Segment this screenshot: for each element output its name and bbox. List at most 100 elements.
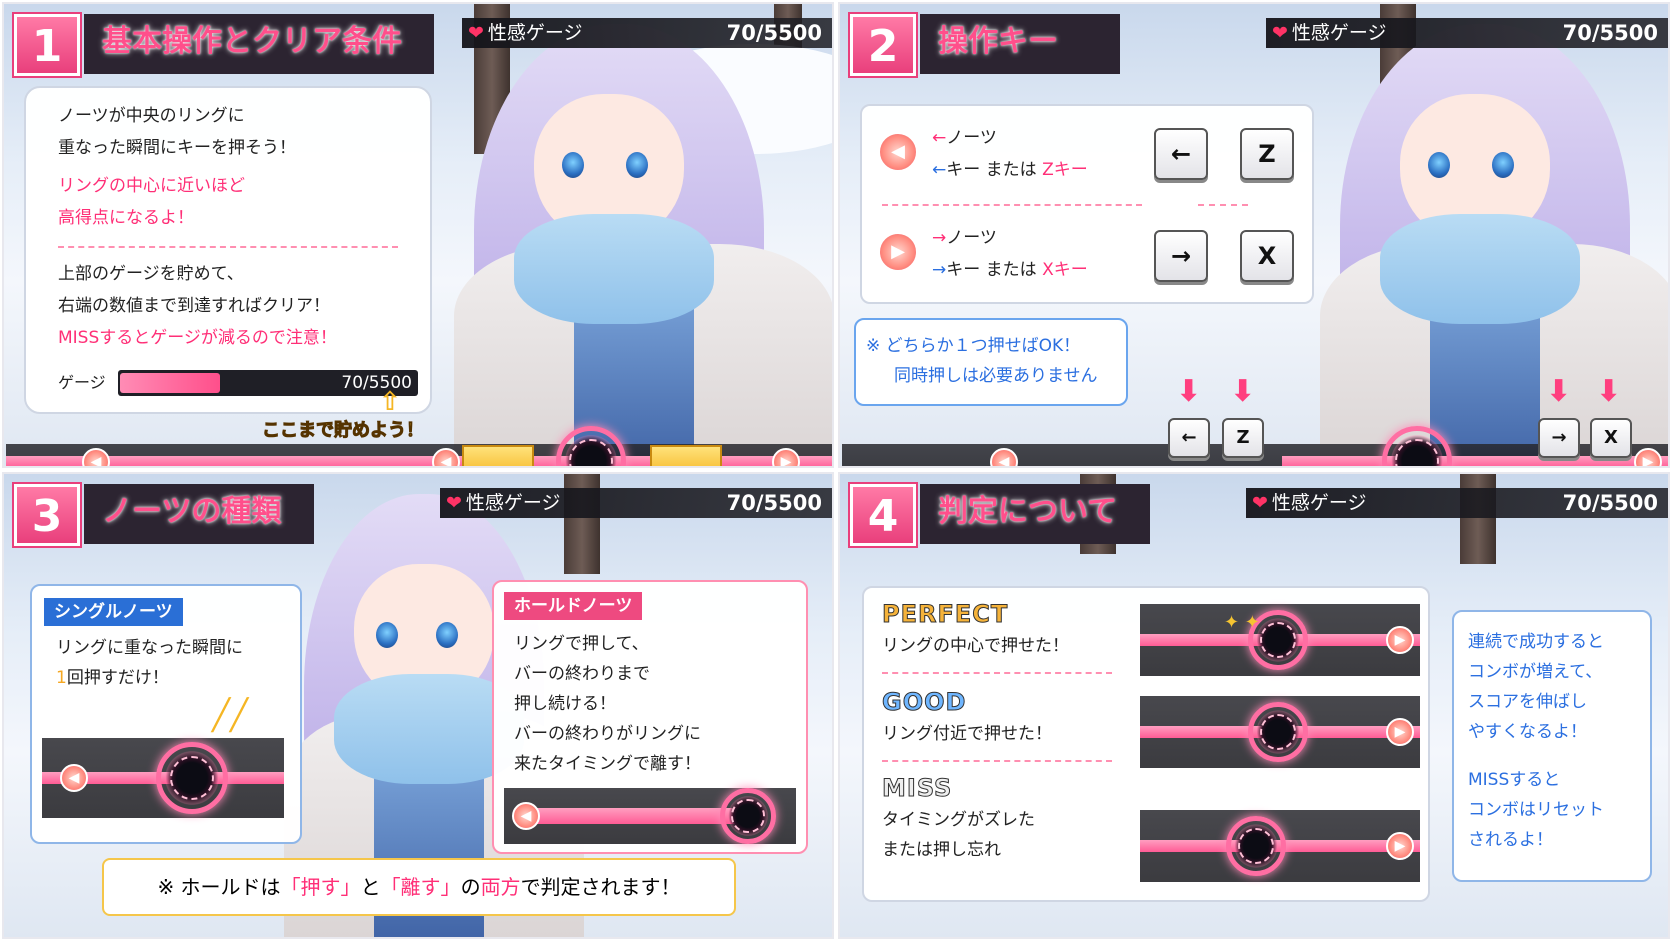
judgement-ring (156, 742, 228, 814)
text-line: コンボが増えて、 (1468, 662, 1603, 682)
gauge-value: 70/5500 (726, 21, 822, 45)
key-left-arrow[interactable]: ← (1154, 128, 1208, 180)
arousal-gauge: ❤ 性感ゲージ 70/5500 (440, 488, 832, 518)
mini-gauge-label: ゲージ (58, 373, 106, 392)
panel-judgement: 4 判定について ❤ 性感ゲージ 70/5500 PERFECT リングの中心で押… (838, 472, 1670, 939)
judgement-ring (1248, 702, 1308, 762)
text-line: MISSするとゲージが減るので注意！ (58, 328, 337, 348)
text-line: リング付近で押せた！ (882, 724, 1052, 744)
text-line: MISSすると (1468, 770, 1561, 790)
combo-card: 連続で成功すると コンボが増えて、 スコアを伸ばし やすくなるよ！ MISSする… (1452, 610, 1652, 882)
panel-title: 判定について (920, 484, 1150, 544)
judgement-ring (1226, 816, 1286, 876)
instruction-bubble: ノーツが中央のリングに 重なった瞬間にキーを押そう！ リングの中心に近いほど 高… (24, 86, 432, 414)
single-note-card: シングルノーツ リングに重なった瞬間に 1回押すだけ！ ◀ ╱╱ (30, 584, 302, 844)
gauge-label: 性感ゲージ (1291, 22, 1387, 44)
key-right-arrow[interactable]: → (1154, 230, 1208, 282)
text-line: コンボはリセット (1468, 800, 1604, 820)
left-note-icon: ◀ (878, 132, 918, 172)
down-arrow-icon: ⬇ (1546, 374, 1572, 409)
divider (882, 760, 1112, 762)
panel-basic-controls: 1 基本操作とクリア条件 ❤ 性感ゲージ 70/5500 ノーツが中央のリングに … (2, 2, 834, 468)
step-number: 4 (850, 484, 916, 546)
note-icon: ◀ (60, 764, 88, 792)
down-arrow-icon: ⬇ (1176, 374, 1202, 409)
judgement-ring (720, 788, 776, 844)
sparkle-icon: ╱╱ (212, 698, 249, 733)
gauge-value: 70/5500 (1562, 491, 1658, 515)
arousal-gauge: ❤ 性感ゲージ 70/5500 (1246, 488, 1668, 518)
gauge-label: 性感ゲージ (465, 492, 561, 514)
key-left-arrow-small[interactable]: ← (1168, 418, 1210, 458)
sparkle-icon: ✦ ✦ (1224, 612, 1260, 633)
up-arrow-icon: ⇧ (379, 387, 401, 417)
right-note-icon: ▶ (878, 232, 918, 272)
note-icon: ◀ (990, 448, 1018, 466)
down-arrow-icon: ⬇ (1596, 374, 1622, 409)
down-arrow-icon: ⬇ (1230, 374, 1256, 409)
text-line: リングの中心で押せた！ (882, 636, 1069, 656)
gauge-label: 性感ゲージ (487, 22, 583, 44)
heart-icon: ❤ (1252, 492, 1268, 514)
gauge-value: 70/5500 (726, 491, 822, 515)
judge-perfect: PERFECT (881, 600, 1009, 629)
divider (882, 204, 1142, 206)
text-line: されるよ！ (1468, 830, 1553, 850)
pointer-caption: ここまで貯めよう！ (262, 420, 425, 442)
text-line: 連続で成功すると (1468, 632, 1604, 652)
judgement-card: PERFECT リングの中心で押せた！ GOOD リング付近で押せた！ MISS… (862, 586, 1430, 902)
mini-gauge-value: 70/5500 (341, 373, 412, 393)
text-line: バーの終わりがリングに (514, 724, 701, 744)
simultaneous-note: ※ どちらか１つ押せばOK！ 同時押しは必要ありません (854, 318, 1128, 406)
panel-title: 基本操作とクリア条件 (84, 14, 434, 74)
text-line: 来たタイミングで離す！ (514, 754, 701, 774)
panel-control-keys: 2 操作キー ❤ 性感ゲージ 70/5500 ◀ ←ノーツ ←キー または Zキー… (838, 2, 1670, 468)
note-icon: ▶ (1386, 626, 1414, 654)
text-line: 1回押すだけ！ (56, 668, 169, 688)
step-number: 1 (14, 14, 80, 76)
left-note-text: ←ノーツ (932, 128, 997, 148)
text-line: ノーツが中央のリングに (58, 106, 245, 126)
text-line: ※ どちらか１つ押せばOK！ (866, 336, 1081, 356)
text-line: 高得点になるよ！ (58, 208, 194, 228)
step-number: 3 (14, 484, 80, 546)
hold-note-footer: ※ ホールドは「押す」と「離す」の両方で判定されます！ (102, 858, 736, 916)
panel-title: 操作キー (920, 14, 1120, 74)
text-line: タイミングがズレた (882, 810, 1035, 830)
left-arrow-icon (650, 445, 722, 466)
mini-gauge: 70/5500 (118, 370, 418, 396)
text-line: バーの終わりまで (514, 664, 650, 684)
divider (58, 246, 398, 248)
key-z-small[interactable]: Z (1222, 418, 1264, 458)
key-z[interactable]: Z (1240, 128, 1294, 180)
key-x-small[interactable]: X (1590, 418, 1632, 458)
right-key-text: →キー または Xキー (932, 260, 1088, 280)
step-number: 2 (850, 14, 916, 76)
divider (1198, 204, 1248, 206)
judge-good: GOOD (881, 688, 967, 717)
note-icon: ◀ (432, 448, 460, 466)
arousal-gauge: ❤ 性感ゲージ 70/5500 (1266, 18, 1668, 48)
single-note-label: シングルノーツ (44, 598, 183, 626)
left-key-text: ←キー または Zキー (932, 160, 1088, 180)
character-illustration (434, 24, 832, 466)
mini-gauge-fill (120, 373, 220, 393)
gauge-label: 性感ゲージ (1271, 492, 1367, 514)
note-icon: ▶ (1386, 718, 1414, 746)
right-arrow-icon (462, 445, 534, 466)
judge-miss: MISS (881, 774, 953, 803)
text-line: スコアを伸ばし (1468, 692, 1587, 712)
hold-note-card: ホールドノーツ リングで押して、 バーの終わりまで 押し続ける！ バーの終わりが… (492, 580, 808, 854)
text-line: 右端の数値まで到達すればクリア！ (58, 296, 330, 316)
hold-note-label: ホールドノーツ (504, 592, 643, 620)
text-line: または押し忘れ (882, 840, 1001, 860)
key-right-arrow-small[interactable]: → (1538, 418, 1580, 458)
text-line: リングで押して、 (514, 634, 649, 654)
gauge-value: 70/5500 (1562, 21, 1658, 45)
key-x[interactable]: X (1240, 230, 1294, 282)
arousal-gauge: ❤ 性感ゲージ 70/5500 (462, 18, 832, 48)
note-icon: ▶ (1634, 448, 1662, 466)
text-line: 重なった瞬間にキーを押そう！ (58, 138, 296, 158)
heart-icon: ❤ (468, 22, 484, 44)
text-line: やすくなるよ！ (1468, 722, 1587, 742)
